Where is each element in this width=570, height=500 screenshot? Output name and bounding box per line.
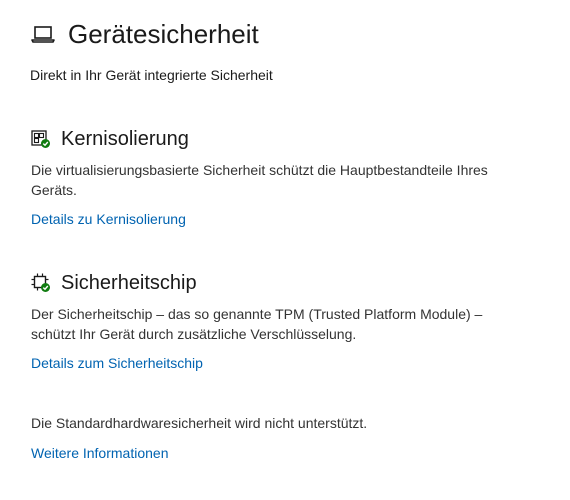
security-chip-icon [31,273,51,293]
core-isolation-details-link[interactable]: Details zu Kernisolierung [31,210,186,228]
page-subtitle: Direkt in Ihr Gerät integrierte Sicherhe… [30,67,273,83]
section-security-chip: Sicherheitschip Der Sicherheitschip – da… [31,270,531,373]
laptop-icon [30,23,56,45]
core-isolation-icon [31,129,51,149]
section-core-isolation: Kernisolierung Die virtualisierungsbasie… [31,126,531,229]
hardware-security-status: Die Standardhardwaresicherheit wird nich… [31,415,368,431]
section-header: Sicherheitschip [31,270,531,296]
section-description: Die virtualisierungsbasierte Sicherheit … [31,162,488,198]
more-info-link[interactable]: Weitere Informationen [31,444,168,462]
section-description: Der Sicherheitschip – das so genannte TP… [31,306,483,342]
section-header: Kernisolierung [31,126,531,152]
page-title: Gerätesicherheit [68,19,259,49]
page-header: Gerätesicherheit [30,16,259,52]
security-chip-details-link[interactable]: Details zum Sicherheitschip [31,354,203,372]
device-security-page: Gerätesicherheit Direkt in Ihr Gerät int… [0,0,570,500]
section-title: Kernisolierung [61,128,189,150]
section-title: Sicherheitschip [61,272,197,294]
